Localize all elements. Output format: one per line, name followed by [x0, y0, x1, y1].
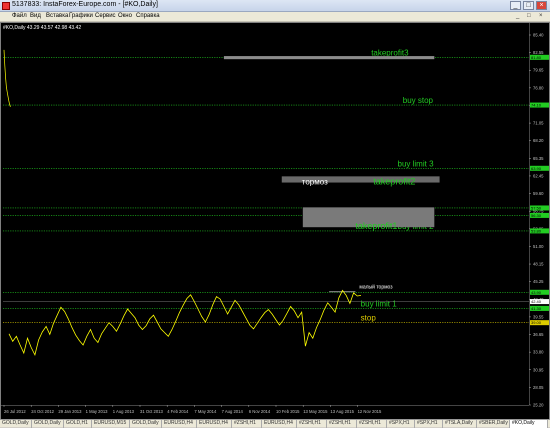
zone-box — [223, 56, 435, 60]
date-tick-label: 7 May 2014 — [194, 409, 217, 414]
chart-window[interactable]: 85.4082.5579.6576.8073.9571.0568.2065.35… — [0, 22, 550, 420]
date-tick-label: 26 Jul 2012 — [4, 409, 26, 414]
menu-file[interactable]: Файл — [12, 13, 27, 19]
level-price-label: 63.90 — [531, 166, 542, 171]
price-tick-label: 28.05 — [533, 385, 544, 390]
date-tick-label: 4 Feb 2014 — [167, 409, 189, 414]
close-button[interactable]: × — [536, 1, 547, 10]
price-tick-label: 79.65 — [533, 68, 544, 73]
small-brake-label: малый тормоз — [359, 284, 393, 291]
date-tick-label: 10 Feb 2015 — [276, 409, 300, 414]
level-label: takeprofit3 — [371, 48, 409, 57]
price-tick-label: 48.15 — [533, 262, 544, 267]
date-tick-label: 13 May 2015 — [303, 409, 328, 414]
maximize-button[interactable]: □ — [523, 1, 534, 10]
date-tick-label: 31 Oct 2013 — [140, 409, 163, 414]
price-tick-label: 39.55 — [533, 314, 544, 319]
menu-charts[interactable]: Графики — [69, 13, 93, 19]
price-tick-label: 76.80 — [533, 85, 544, 90]
child-maximize-button[interactable]: □ — [527, 13, 531, 19]
window-title: 5137833: InstaForex-Europe.com - [#KO,Da… — [12, 1, 158, 8]
level-price-label: 57.50 — [531, 205, 542, 210]
price-tick-label: 71.05 — [533, 121, 544, 126]
level-label: buy stop — [403, 96, 434, 105]
price-tick-label: 85.40 — [533, 33, 544, 38]
chart-tabs-bar: GOLD,Daily GOLD,Daily GOLD,H1 EURUSD,M15 GOL… — [0, 419, 550, 428]
price-tick-label: 45.25 — [533, 279, 544, 284]
level-price-label: 56.30 — [531, 213, 542, 218]
zone-label: takeprofit1 — [355, 221, 397, 231]
menu-view[interactable]: Вид — [30, 13, 41, 19]
child-minimize-button[interactable]: _ — [516, 13, 519, 19]
price-chart[interactable]: 85.4082.5579.6576.8073.9571.0568.2065.35… — [1, 23, 549, 419]
price-tick-label: 68.20 — [533, 138, 544, 143]
title-bar: 5137833: InstaForex-Europe.com - [#KO,Da… — [0, 0, 550, 12]
current-price-label: 42.40 — [531, 299, 542, 304]
menu-help[interactable]: Справка — [136, 13, 160, 19]
chart-info: #KO,Daily 43.29 43.57 42.98 43.42 — [3, 25, 82, 31]
level-price-label: 53.80 — [531, 228, 542, 233]
date-tick-label: 13 Aug 2015 — [330, 409, 354, 414]
date-tick-label: 1 May 2013 — [86, 409, 109, 414]
date-tick-label: 29 Jan 2013 — [58, 409, 82, 414]
price-tick-label: 33.80 — [533, 350, 544, 355]
price-tick-label: 30.95 — [533, 367, 544, 372]
child-close-button[interactable]: × — [539, 13, 543, 19]
level-label: buy limit 3 — [398, 159, 435, 168]
minimize-button[interactable]: _ — [510, 1, 521, 10]
zone-label: takeprofit2 — [373, 177, 415, 187]
level-label: stop — [361, 314, 377, 323]
date-tick-label: 7 Aug 2014 — [222, 409, 244, 414]
price-tick-label: 65.35 — [533, 156, 544, 161]
price-tick-label: 59.60 — [533, 191, 544, 196]
price-line-early — [3, 49, 11, 108]
level-label: buy limit 1 — [361, 299, 398, 308]
date-tick-label: 24 Oct 2012 — [31, 409, 54, 414]
level-price-label: 43.90 — [531, 290, 542, 295]
menu-bar: Файл Вид Вставка Графики Сервис Окно Спр… — [0, 12, 550, 22]
level-price-label: 39.00 — [531, 320, 542, 325]
menu-window[interactable]: Окно — [118, 13, 132, 19]
price-tick-label: 51.00 — [533, 244, 544, 249]
menu-insert[interactable]: Вставка — [46, 13, 68, 19]
level-price-label: 41.30 — [531, 306, 542, 311]
level-price-label: 81.80 — [531, 55, 542, 60]
date-tick-label: 12 Nov 2015 — [358, 409, 382, 414]
zone-label: тормоз — [302, 178, 328, 187]
price-tick-label: 36.65 — [533, 332, 544, 337]
menu-tools[interactable]: Сервис — [95, 13, 116, 19]
price-tick-label: 25.20 — [533, 403, 544, 408]
date-tick-label: 6 Nov 2014 — [249, 409, 271, 414]
price-tick-label: 62.45 — [533, 173, 544, 178]
level-price-label: 74.10 — [531, 103, 542, 108]
app-icon — [2, 2, 10, 10]
date-tick-label: 1 Aug 2013 — [113, 409, 135, 414]
